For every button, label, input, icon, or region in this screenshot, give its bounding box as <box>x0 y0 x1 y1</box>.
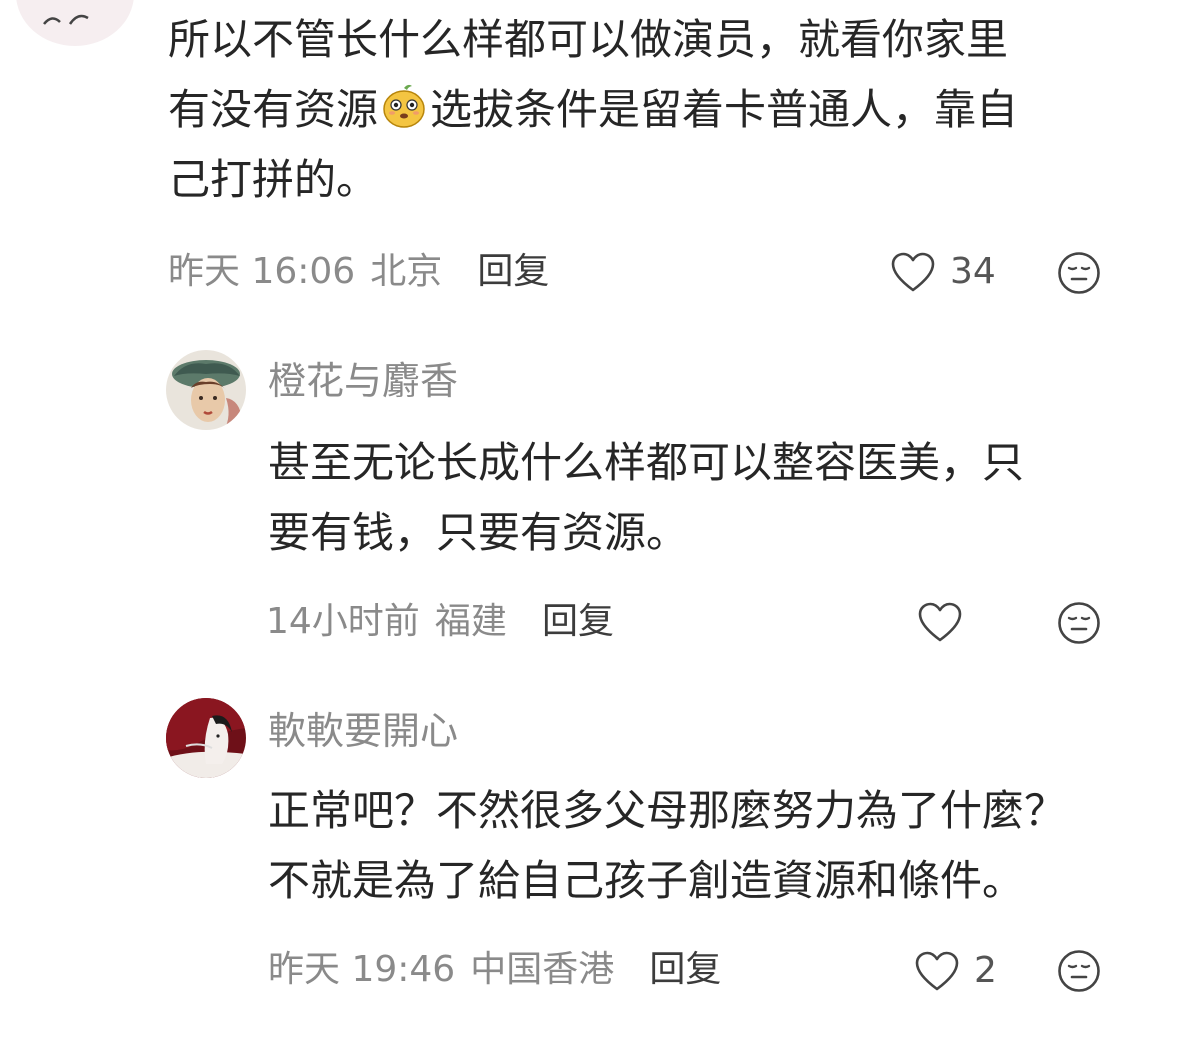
username[interactable]: 軟軟要開心 <box>268 708 458 754</box>
emoji-react-button[interactable] <box>1057 949 1101 997</box>
comment-body: 甚至无论长成什么样都可以整容医美，只 要有钱，只要有资源。 <box>268 428 1024 568</box>
username[interactable]: 橙花与麝香 <box>268 358 458 404</box>
comment-line: 有没有资源 选拔条件是留着卡普通人，靠自 <box>168 75 1018 145</box>
comment-line: 正常吧？不然很多父母那麼努力為了什麼？ <box>268 786 1067 835</box>
comment-time: 昨天 19:46 <box>268 949 456 990</box>
comment-line: 要有钱，只要有资源。 <box>268 508 689 557</box>
comment-time: 昨天 16:06 <box>168 251 356 292</box>
reply-button[interactable]: 回复 <box>477 251 549 292</box>
heart-outline-icon <box>891 252 935 292</box>
comment-text-segment: 选拔条件是留着卡普通人，靠自 <box>430 85 1019 134</box>
heart-outline-icon <box>915 951 959 991</box>
emoji-react-button[interactable] <box>1057 251 1101 299</box>
sticker-emoji-icon <box>380 81 428 129</box>
comment-line: 不就是為了給自己孩子創造資源和條件。 <box>268 856 1025 905</box>
heart-outline-icon <box>918 602 962 642</box>
comment-location: 福建 <box>434 601 507 642</box>
comment-text-segment: 有没有资源 <box>168 85 379 134</box>
avatar-portrait-icon <box>166 350 246 430</box>
comment-meta: 14小时前 福建 回复 <box>266 600 614 644</box>
like-button[interactable]: 34 <box>890 250 996 294</box>
avatar-portrait-icon <box>166 698 246 778</box>
avatar-top-partial[interactable] <box>16 0 134 46</box>
comment-time: 14小时前 <box>266 601 420 642</box>
like-button[interactable] <box>917 601 963 647</box>
avatar[interactable] <box>166 698 246 778</box>
like-count: 34 <box>950 251 996 292</box>
like-button[interactable]: 2 <box>914 949 997 993</box>
neutral-face-icon <box>1058 950 1100 992</box>
reply-button[interactable]: 回复 <box>542 601 614 642</box>
reply-button[interactable]: 回复 <box>649 949 721 990</box>
comment-line: 所以不管长什么样都可以做演员，就看你家里 <box>168 15 1009 64</box>
neutral-face-icon <box>1058 252 1100 294</box>
comment-line: 己打拼的。 <box>168 155 379 204</box>
comment-line: 甚至无论长成什么样都可以整容医美，只 <box>268 438 1025 487</box>
comment-location: 北京 <box>370 251 443 292</box>
avatar[interactable] <box>166 350 246 430</box>
comment-meta: 昨天 16:06 北京 回复 <box>168 250 549 294</box>
comment-body: 所以不管长什么样都可以做演员，就看你家里 有没有资源 选拔条件是留着卡普通人，靠… <box>168 5 1018 215</box>
avatar-face-icon <box>43 14 89 25</box>
comment-location: 中国香港 <box>470 949 615 990</box>
emoji-react-button[interactable] <box>1057 601 1101 649</box>
neutral-face-icon <box>1058 602 1100 644</box>
comment-body: 正常吧？不然很多父母那麼努力為了什麼？ 不就是為了給自己孩子創造資源和條件。 <box>268 776 1066 916</box>
comment-meta: 昨天 19:46 中国香港 回复 <box>268 948 721 992</box>
like-count: 2 <box>974 950 997 991</box>
